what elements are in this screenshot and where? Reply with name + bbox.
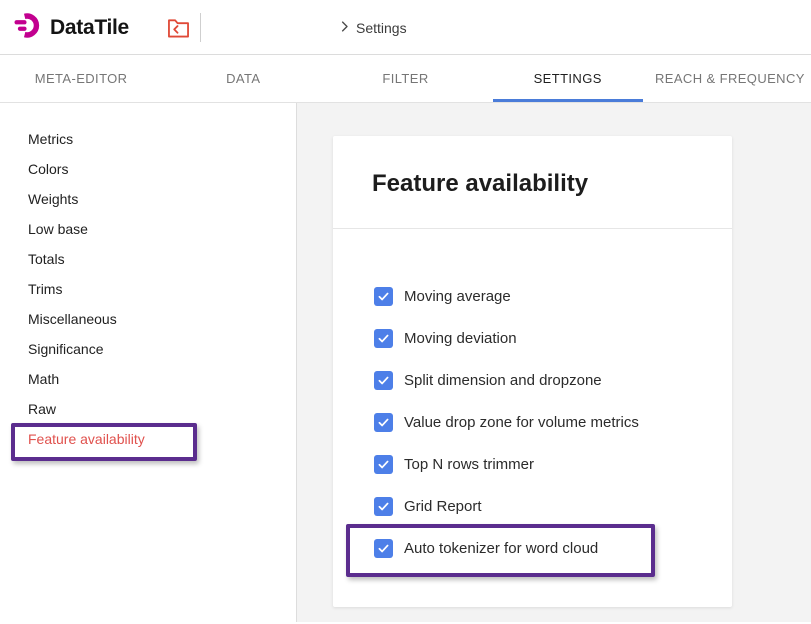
sidebar-item[interactable]: Weights [0, 184, 296, 214]
feature-label: Auto tokenizer for word cloud [404, 540, 598, 557]
feature-row: Moving deviation [374, 329, 732, 348]
sidebar-item[interactable]: Miscellaneous [0, 304, 296, 334]
header-divider [200, 13, 201, 42]
tab-label: FILTER [382, 71, 428, 86]
feature-availability-card: Feature availability Moving average [333, 136, 732, 607]
sidebar-item[interactable]: Math [0, 364, 296, 394]
tab[interactable]: META-EDITOR [0, 55, 162, 102]
sidebar-item[interactable]: Low base [0, 214, 296, 244]
sidebar-item[interactable]: Feature availability [0, 424, 296, 454]
breadcrumb-item-settings[interactable]: Settings [356, 20, 407, 36]
checkbox-checked-icon[interactable] [374, 329, 393, 348]
feature-label: Value drop zone for volume metrics [404, 414, 639, 431]
tab[interactable]: FILTER [324, 55, 486, 102]
brand-logo[interactable]: DataTile [14, 12, 129, 44]
sidebar-item[interactable]: Colors [0, 154, 296, 184]
checkbox-checked-icon[interactable] [374, 497, 393, 516]
tab-bar: META-EDITOR DATA FILTER SETTINGS REACH &… [0, 55, 811, 103]
tab-label: META-EDITOR [35, 71, 128, 86]
feature-label: Top N rows trimmer [404, 456, 534, 473]
sidebar-item[interactable]: Trims [0, 274, 296, 304]
settings-content: Feature availability Moving average [297, 103, 811, 622]
checkbox-checked-icon[interactable] [374, 455, 393, 474]
active-tab-underline [493, 99, 643, 102]
feature-list: Moving average Moving deviation [333, 229, 732, 558]
chevron-right-icon [337, 19, 352, 37]
checkbox-checked-icon[interactable] [374, 287, 393, 306]
feature-label: Grid Report [404, 498, 482, 515]
tab-label: SETTINGS [534, 71, 602, 86]
feature-row: Moving average [374, 287, 732, 306]
datatile-app: DataTile Settings META-EDITOR [0, 0, 811, 624]
sidebar-item[interactable]: Significance [0, 334, 296, 364]
tab[interactable]: REACH & FREQUENCY [649, 55, 811, 102]
feature-row: Value drop zone for volume metrics [374, 413, 732, 432]
folder-back-icon[interactable] [167, 17, 190, 38]
feature-row: Grid Report [374, 497, 732, 516]
sidebar-item[interactable]: Raw [0, 394, 296, 424]
brand-name: DataTile [50, 16, 129, 40]
feature-label: Moving deviation [404, 330, 517, 347]
feature-label: Split dimension and dropzone [404, 372, 602, 389]
app-header: DataTile Settings [0, 0, 811, 55]
checkbox-checked-icon[interactable] [374, 413, 393, 432]
tab[interactable]: SETTINGS [487, 55, 649, 102]
checkbox-checked-icon[interactable] [374, 371, 393, 390]
panel-title: Feature availability [333, 136, 732, 198]
settings-body: Metrics Colors Weights Low base Totals T… [0, 103, 811, 622]
tab-label: DATA [226, 71, 260, 86]
checkbox-checked-icon[interactable] [374, 539, 393, 558]
tab-label: REACH & FREQUENCY [655, 71, 805, 86]
feature-row: Split dimension and dropzone [374, 371, 732, 390]
sidebar-item[interactable]: Totals [0, 244, 296, 274]
breadcrumb: Settings [337, 19, 407, 37]
feature-label: Moving average [404, 288, 511, 305]
tab[interactable]: DATA [162, 55, 324, 102]
sidebar-item[interactable]: Metrics [0, 124, 296, 154]
settings-sidebar: Metrics Colors Weights Low base Totals T… [0, 103, 297, 622]
feature-row: Top N rows trimmer [374, 455, 732, 474]
datatile-logo-icon [14, 12, 43, 44]
feature-row: Auto tokenizer for word cloud [374, 539, 732, 558]
